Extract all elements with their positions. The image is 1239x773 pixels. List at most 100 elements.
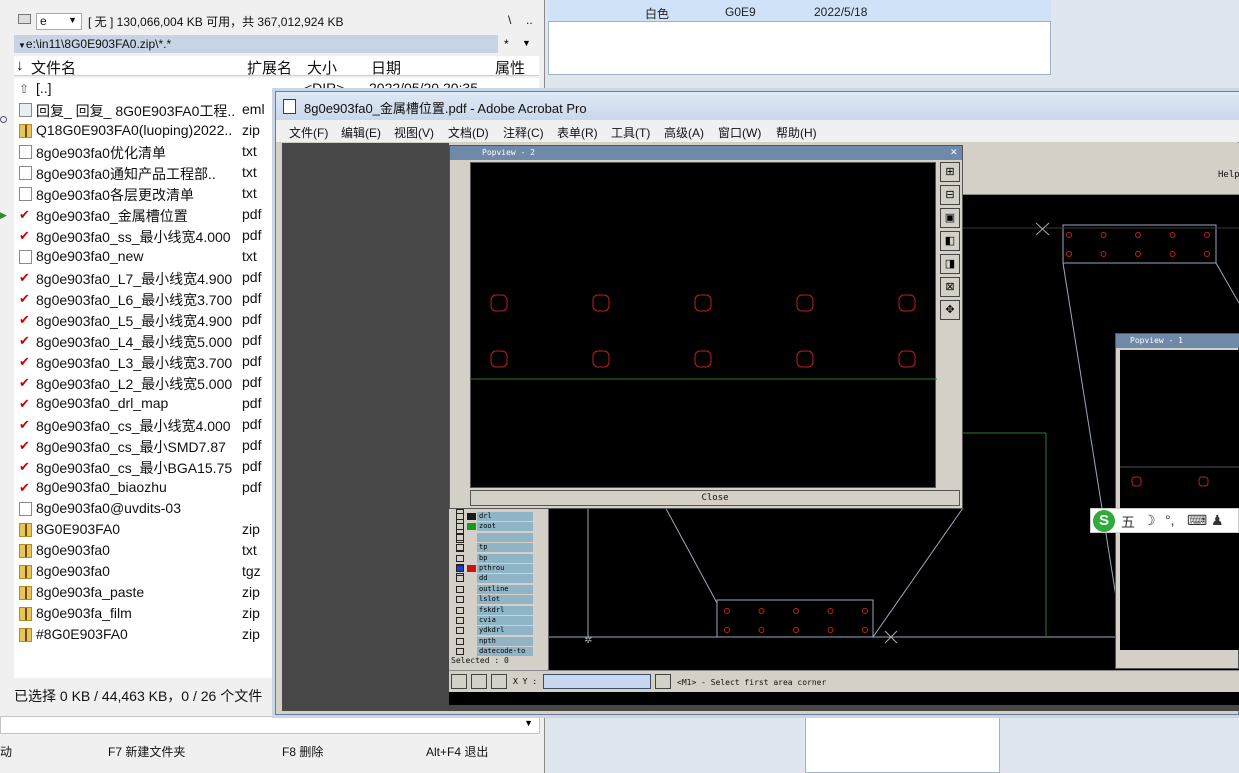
popview-canvas[interactable]: [470, 162, 937, 488]
file-ext: tgz: [242, 563, 261, 579]
pdf-icon: ✔: [19, 208, 32, 222]
up-arrow-icon: ⇧: [19, 82, 30, 96]
layer-color: [467, 555, 476, 562]
coordinate-input[interactable]: [543, 674, 651, 689]
file-name: 8g0e903fa0_drl_map: [36, 395, 169, 411]
header-attr[interactable]: 属性: [495, 57, 525, 78]
moon-icon[interactable]: ☽: [1143, 512, 1156, 529]
layer-checkbox[interactable]: [456, 627, 464, 635]
command-line[interactable]: ▼: [0, 716, 540, 734]
popview-canvas[interactable]: [1120, 350, 1239, 650]
filter-button[interactable]: *: [504, 37, 509, 51]
grid-tool-button[interactable]: [491, 674, 507, 689]
menu-item[interactable]: 高级(A): [664, 124, 704, 141]
layer-row[interactable]: zoot: [453, 522, 545, 532]
menu-item[interactable]: 注释(C): [503, 124, 544, 141]
help-menu[interactable]: Help: [1218, 170, 1239, 180]
layer-checkbox[interactable]: [456, 606, 464, 614]
zoom-tool-button[interactable]: [451, 674, 467, 689]
menu-bar: 文件(F) 编辑(E) 视图(V) 文档(D) 注释(C) 表单(R) 工具(T) 高级(A)…: [276, 120, 1239, 142]
file-name: #8G0E903FA0: [36, 626, 128, 642]
menu-item[interactable]: 视图(V): [394, 124, 434, 141]
pad-shape: [1204, 251, 1210, 257]
altf4-key[interactable]: Alt+F4 退出: [426, 743, 488, 760]
zoom-in-icon[interactable]: ⊞: [940, 162, 960, 182]
punctuation-icon[interactable]: °,: [1165, 512, 1175, 528]
user-icon[interactable]: ♟: [1211, 512, 1224, 529]
layer-checkbox[interactable]: [456, 575, 464, 583]
cell-color: 白色: [645, 7, 670, 21]
layer-row[interactable]: [453, 532, 545, 542]
layer-checkbox[interactable]: [456, 523, 464, 531]
pdf-icon: ✔: [19, 418, 32, 432]
file-ext: zip: [242, 584, 260, 600]
layer-checkbox[interactable]: [456, 585, 464, 593]
layer-checkbox[interactable]: [456, 617, 464, 624]
zoom-out-icon[interactable]: ⊟: [940, 185, 960, 205]
root-button[interactable]: \: [508, 13, 511, 27]
fit-icon[interactable]: ◧: [940, 231, 960, 251]
f7-key[interactable]: F7 新建文件夹: [108, 743, 185, 760]
layer-checkbox[interactable]: [456, 565, 464, 572]
layer-row[interactable]: tp: [453, 543, 545, 553]
header-name[interactable]: 文件名: [31, 57, 76, 78]
keyboard-icon[interactable]: ⌨: [1187, 512, 1207, 529]
layer-row[interactable]: outline: [453, 584, 545, 594]
layer-row[interactable]: dd: [453, 574, 545, 584]
expand-icon[interactable]: ◨: [940, 254, 960, 274]
path-bar[interactable]: ▼e:\in11\8G0E903FA0.zip\*.*: [14, 35, 498, 53]
menu-item[interactable]: 编辑(E): [341, 124, 381, 141]
layer-checkbox[interactable]: [456, 544, 464, 552]
drive-info: [ 无 ] 130,066,004 KB 可用，共 367,012,924 KB: [88, 15, 344, 29]
layer-row[interactable]: npth: [453, 636, 545, 646]
toggle-button[interactable]: [655, 674, 671, 689]
move-icon[interactable]: ✥: [940, 300, 960, 320]
print-icon[interactable]: ▣: [940, 208, 960, 228]
acrobat-title-bar: 8g0e903fa0_金属槽位置.pdf - Adobe Acrobat Pro: [276, 92, 1239, 120]
menu-item[interactable]: 工具(T): [611, 124, 650, 141]
history-dropdown[interactable]: ▼: [522, 38, 531, 48]
chevron-down-icon: ▼: [18, 41, 26, 50]
layer-checkbox[interactable]: [456, 648, 464, 656]
layer-row[interactable]: pthrou: [453, 564, 545, 573]
header-ext[interactable]: 扩展名: [247, 57, 292, 78]
eml-icon: [19, 103, 32, 117]
layer-checkbox[interactable]: [456, 596, 464, 604]
menu-item[interactable]: 表单(R): [557, 124, 598, 141]
header-size[interactable]: 大小: [307, 57, 337, 78]
drive-select[interactable]: e ▼: [36, 13, 82, 30]
close-button[interactable]: Close: [470, 490, 960, 506]
ime-logo[interactable]: S: [1093, 510, 1115, 532]
grid-icon[interactable]: ⊠: [940, 277, 960, 297]
layer-checkbox[interactable]: [456, 533, 464, 541]
menu-item[interactable]: 窗口(W): [718, 124, 761, 141]
layer-name: drl: [477, 512, 533, 521]
layer-color: [467, 617, 476, 624]
pan-tool-button[interactable]: [471, 674, 487, 689]
file-name: 8g0e903fa0_金属槽位置: [36, 208, 188, 224]
header-date[interactable]: 日期: [371, 57, 401, 78]
layer-row[interactable]: fskdrl: [453, 605, 545, 615]
layer-checkbox[interactable]: [456, 513, 464, 520]
layer-row[interactable]: cvia: [453, 616, 545, 625]
layer-color: [467, 648, 476, 655]
f8-key[interactable]: F8 删除: [282, 743, 323, 760]
pdf-icon: ✔: [19, 376, 32, 390]
menu-item[interactable]: 帮助(H): [776, 124, 817, 141]
layer-row[interactable]: bp: [453, 553, 545, 563]
layer-checkbox[interactable]: [456, 554, 464, 562]
file-ext: eml: [242, 101, 265, 117]
layer-row[interactable]: lslot: [453, 595, 545, 605]
close-icon[interactable]: ✕: [950, 147, 958, 158]
layer-row[interactable]: ydkdrl: [453, 626, 545, 636]
layer-row[interactable]: drl: [453, 512, 545, 521]
menu-item[interactable]: 文件(F): [289, 124, 328, 141]
parent-button[interactable]: ..: [526, 13, 533, 27]
move-key[interactable]: 动: [0, 743, 12, 760]
background-table-row[interactable]: 白色 G0E9 2022/5/18: [548, 0, 1051, 22]
layer-checkbox[interactable]: [456, 637, 464, 645]
cell-code: G0E9: [725, 5, 756, 19]
layer-row[interactable]: datecode-to: [453, 647, 545, 657]
menu-item[interactable]: 文档(D): [448, 124, 489, 141]
ime-mode[interactable]: 五: [1121, 512, 1135, 532]
